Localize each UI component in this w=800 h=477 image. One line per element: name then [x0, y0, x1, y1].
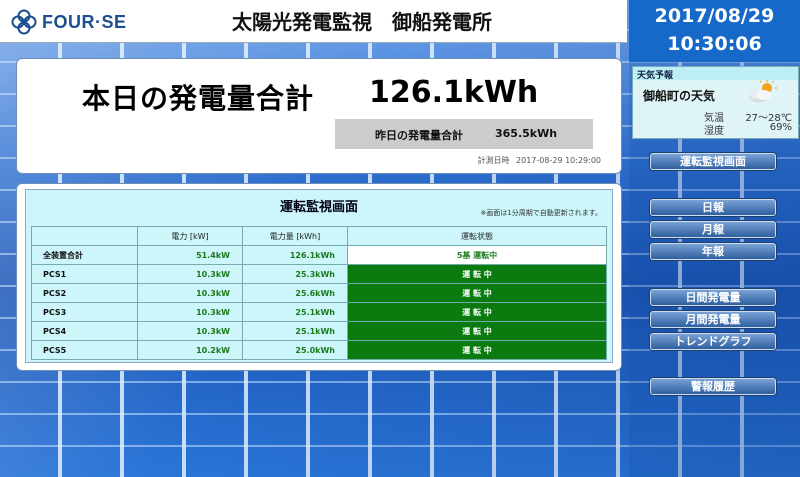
current-date: 2017/08/29	[654, 5, 775, 27]
column-header-name	[31, 226, 138, 246]
monitor-inner: 運転監視画面 ※画面は1分周期で自動更新されます。 電力 [kW] 電力量 [k…	[25, 189, 613, 363]
humidity-label: 湿度	[704, 126, 724, 137]
pcs-status-table: 電力 [kW] 電力量 [kWh] 運転状態 全装置合計 51.4kW 126.…	[31, 226, 607, 360]
row-status: 運 転 中	[347, 283, 607, 303]
table-row: PCS5 10.2kW 25.0kWh 運 転 中	[31, 340, 607, 360]
yesterday-total-value: 365.5kWh	[495, 127, 558, 140]
row-power: 10.3kW	[137, 302, 243, 322]
row-energy: 126.1kWh	[242, 245, 348, 265]
row-name: PCS2	[31, 283, 138, 303]
column-header-status: 運転状態	[347, 226, 607, 246]
yesterday-total-label: 昨日の発電量合計	[375, 129, 463, 142]
monthly-generation-button[interactable]: 月間発電量	[650, 311, 776, 328]
row-name: PCS1	[31, 264, 138, 284]
yesterday-total-box: 昨日の発電量合計 365.5kWh	[335, 119, 593, 149]
monthly-report-button[interactable]: 月報	[650, 221, 776, 238]
monitor-panel: 運転監視画面 ※画面は1分周期で自動更新されます。 電力 [kW] 電力量 [k…	[16, 183, 622, 371]
alarm-history-button[interactable]: 警報履歴	[650, 378, 776, 395]
clover-logo-icon	[11, 9, 37, 35]
row-energy: 25.1kWh	[242, 302, 348, 322]
table-row-total: 全装置合計 51.4kW 126.1kWh 5基 運転中	[31, 245, 607, 265]
column-header-power: 電力 [kW]	[137, 226, 243, 246]
row-status: 運 転 中	[347, 302, 607, 322]
row-energy: 25.6kWh	[242, 283, 348, 303]
column-header-energy: 電力量 [kWh]	[242, 226, 348, 246]
row-power: 10.3kW	[137, 283, 243, 303]
partly-cloudy-icon	[749, 80, 777, 103]
row-power: 51.4kW	[137, 245, 243, 265]
daily-total-label: 本日の発電量合計	[82, 82, 315, 115]
weather-panel: 天気予報 御船町の天気 気温 27～28℃ 湿度 69%	[632, 66, 799, 139]
row-status: 運 転 中	[347, 321, 607, 341]
current-time: 10:30:06	[667, 33, 762, 55]
weather-heading: 天気予報	[633, 67, 798, 81]
row-name: PCS3	[31, 302, 138, 322]
row-status: 運 転 中	[347, 264, 607, 284]
row-name: PCS4	[31, 321, 138, 341]
measured-value: 2017-08-29 10:29:00	[516, 156, 601, 165]
daily-report-button[interactable]: 日報	[650, 199, 776, 216]
table-row: PCS3 10.3kW 25.1kWh 運 転 中	[31, 302, 607, 322]
row-energy: 25.0kWh	[242, 340, 348, 360]
yearly-report-button[interactable]: 年報	[650, 243, 776, 260]
row-name: 全装置合計	[31, 245, 138, 265]
humidity-value: 69%	[769, 122, 792, 133]
row-energy: 25.1kWh	[242, 321, 348, 341]
daily-total-panel: 本日の発電量合計 126.1kWh 昨日の発電量合計 365.5kWh 計測日時…	[16, 58, 622, 174]
weather-place: 御船町の天気	[643, 89, 716, 103]
clock-panel: 2017/08/29 10:30:06	[629, 0, 800, 62]
monitor-screen-button[interactable]: 運転監視画面	[650, 153, 776, 170]
row-status: 運 転 中	[347, 340, 607, 360]
table-row: PCS2 10.3kW 25.6kWh 運 転 中	[31, 283, 607, 303]
daily-generation-button[interactable]: 日間発電量	[650, 289, 776, 306]
measured-timestamp: 計測日時 2017-08-29 10:29:00	[473, 155, 601, 166]
logo-text: FOUR·SE	[42, 11, 127, 32]
auto-update-note: ※画面は1分周期で自動更新されます。	[480, 209, 602, 217]
logo: FOUR·SE	[10, 7, 127, 37]
row-name: PCS5	[31, 340, 138, 360]
humidity-row: 湿度 69%	[643, 122, 792, 137]
row-energy: 25.3kWh	[242, 264, 348, 284]
page-title: 太陽光発電監視 御船発電所	[232, 10, 492, 34]
table-row: PCS1 10.3kW 25.3kWh 運 転 中	[31, 264, 607, 284]
header-bar: FOUR·SE 太陽光発電監視 御船発電所	[0, 0, 627, 43]
table-row: PCS4 10.3kW 25.1kWh 運 転 中	[31, 321, 607, 341]
row-power: 10.3kW	[137, 264, 243, 284]
table-header-row: 電力 [kW] 電力量 [kWh] 運転状態	[31, 226, 607, 246]
row-status: 5基 運転中	[347, 245, 607, 265]
row-power: 10.3kW	[137, 321, 243, 341]
measured-label: 計測日時	[477, 156, 510, 165]
row-power: 10.2kW	[137, 340, 243, 360]
daily-total-value: 126.1kWh	[369, 75, 539, 110]
trend-graph-button[interactable]: トレンドグラフ	[650, 333, 776, 350]
